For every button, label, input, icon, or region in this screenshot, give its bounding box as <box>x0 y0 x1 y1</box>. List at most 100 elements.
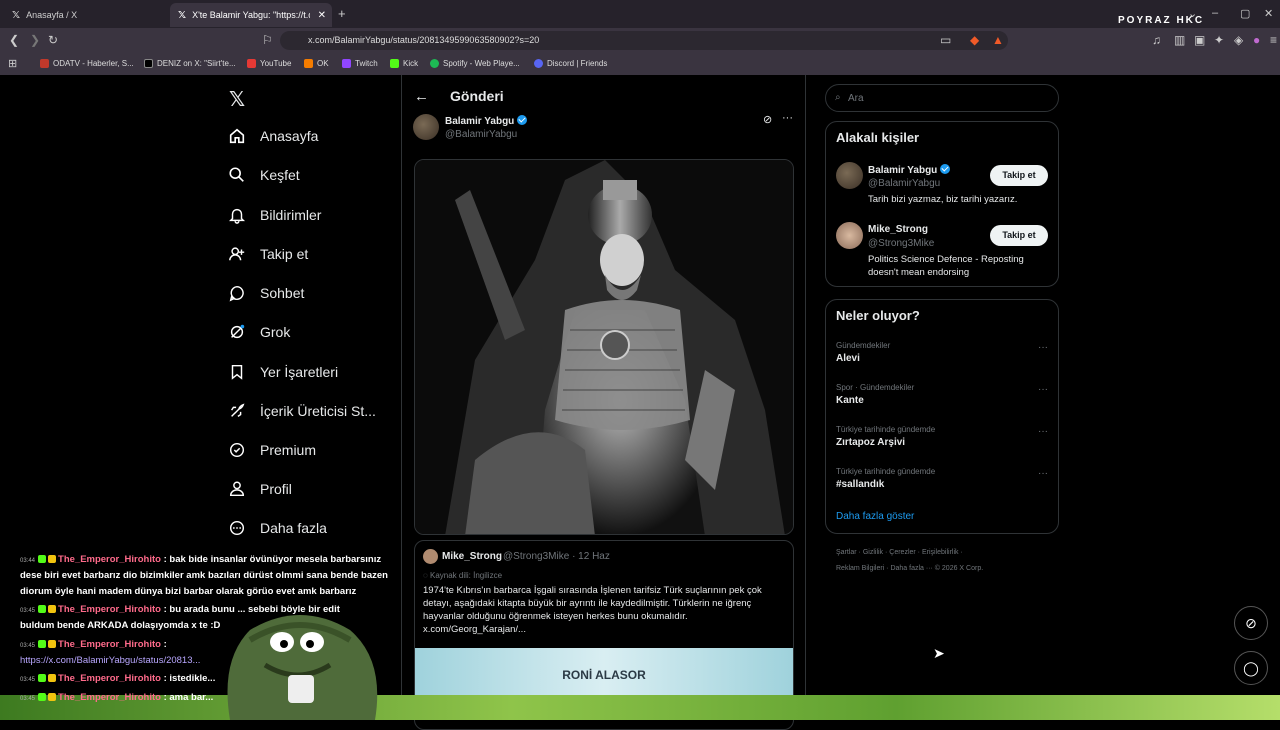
sidebar-item-more[interactable]: Daha fazla <box>228 519 327 537</box>
footer-links[interactable]: Reklam Bilgileri · Daha fazla ··· © 2026… <box>836 565 983 572</box>
url-field[interactable]: x.com/BalamirYabgu/status/20813495990635… <box>280 31 1008 50</box>
x-logo-icon: 𝕏 <box>178 9 187 21</box>
sidebar-item-home[interactable]: Anasayfa <box>228 127 318 145</box>
avatar[interactable] <box>423 549 438 564</box>
trend-category: Türkiye tarihinde gündemde <box>836 425 936 434</box>
verified-badge-icon <box>940 164 951 174</box>
tab-home[interactable]: 𝕏 Anasayfa / X <box>4 3 169 27</box>
rewards-icon[interactable]: ▲ <box>992 33 1004 47</box>
bookmark-item[interactable]: Discord | Friends <box>534 59 607 68</box>
vpn-icon[interactable]: ◈ <box>1234 33 1243 47</box>
avatar[interactable] <box>836 222 863 249</box>
show-more-link[interactable]: Daha fazla göster <box>836 511 914 522</box>
grok-icon[interactable]: ⊘ <box>763 113 772 126</box>
sidebar-item-premium[interactable]: Premium <box>228 441 316 459</box>
follow-button[interactable]: Takip et <box>990 225 1048 246</box>
browser-tabbar: 𝕏 Anasayfa / X 𝕏 X'te Balamir Yabgu: "ht… <box>0 0 1280 28</box>
chat-text: diorum öyle hani madem dünya bizi barbar… <box>20 586 357 597</box>
maximize-icon[interactable]: ▢ <box>1240 7 1250 20</box>
author-name[interactable]: Balamir Yabgu <box>445 115 528 127</box>
cast-icon[interactable]: ▭ <box>940 33 951 47</box>
bookmark-label: Spotify - Web Playe... <box>443 59 520 68</box>
x-logo-icon: 𝕏 <box>12 9 21 21</box>
quote-author-name[interactable]: Mike_Strong <box>442 551 502 562</box>
badge-icon <box>38 555 47 563</box>
sidebar-item-creator-studio[interactable]: İçerik Üreticisi St... <box>228 402 376 420</box>
minimize-icon[interactable]: – <box>1212 7 1218 19</box>
chat-icon <box>229 285 244 302</box>
sidebar-item-bookmarks[interactable]: Yer İşaretleri <box>228 363 338 381</box>
translate-source[interactable]: ◌ Kaynak dili: İngilizce <box>423 571 502 580</box>
bookmark-label: Kick <box>403 59 419 68</box>
back-icon[interactable]: ❮ <box>9 33 19 47</box>
sidebar-item-follow[interactable]: Takip et <box>228 245 308 263</box>
profile-icon[interactable]: ● <box>1253 33 1260 47</box>
music-icon[interactable]: ♫ <box>1152 33 1161 47</box>
person-name[interactable]: Balamir Yabgu <box>868 164 951 176</box>
grok-fab-icon[interactable]: ⊘ <box>1234 606 1268 640</box>
post-image[interactable] <box>414 159 794 535</box>
brave-shield-icon[interactable]: ◆ <box>970 33 979 47</box>
trend-name[interactable]: #sallandık <box>836 479 884 490</box>
sidebar-item-notifications[interactable]: Bildirimler <box>228 206 321 224</box>
close-tab-icon[interactable]: ✕ <box>318 10 326 21</box>
mouse-cursor-icon: ➤ <box>933 645 945 661</box>
more-options-icon[interactable]: ··· <box>1038 468 1048 479</box>
bookmark-item[interactable]: Kick <box>390 59 418 68</box>
author-handle[interactable]: @BalamirYabgu <box>445 129 517 140</box>
add-user-icon <box>229 247 245 261</box>
search-input[interactable]: ⌕ Ara <box>825 84 1059 112</box>
chat-link[interactable]: https://x.com/BalamirYabgu/status/20813.… <box>20 655 200 666</box>
chevron-down-icon[interactable]: ⌄ <box>1188 7 1197 20</box>
apps-icon[interactable]: ⊞ <box>8 57 17 70</box>
new-tab-button[interactable]: + <box>338 6 346 21</box>
forward-icon[interactable]: ❯ <box>30 33 40 47</box>
bookmark-item[interactable]: ODATV - Haberler, S... <box>40 59 134 68</box>
footer-links[interactable]: Şartlar · Gizlilik · Çerezler · Erişileb… <box>836 549 963 556</box>
more-options-icon[interactable]: ··· <box>1038 426 1048 437</box>
sidebar-item-profile[interactable]: Profil <box>228 480 292 498</box>
bell-icon <box>228 208 246 224</box>
extensions-icon[interactable]: ✦ <box>1214 33 1224 47</box>
translate-source-text: Kaynak dili: İngilizce <box>429 571 503 580</box>
sidebar-toggle-icon[interactable]: ▥ <box>1174 33 1185 47</box>
badge-icon <box>38 693 47 701</box>
person-handle[interactable]: @Strong3Mike <box>868 238 934 249</box>
trend-name[interactable]: Kante <box>836 395 864 406</box>
bookmark-item[interactable]: Spotify - Web Playe... <box>430 59 520 68</box>
follow-button[interactable]: Takip et <box>990 165 1048 186</box>
avatar[interactable] <box>836 162 863 189</box>
bookmark-item[interactable]: YouTube <box>247 59 291 68</box>
x-logo-icon[interactable]: 𝕏 <box>229 87 245 111</box>
sidebar-item-chat[interactable]: Sohbet <box>228 284 304 302</box>
tab-post[interactable]: 𝕏 X'te Balamir Yabgu: "https://t.co ✕ <box>170 3 332 27</box>
chat-text: buldum bende ARKADA dolaşıyomda x te :D <box>20 620 221 631</box>
bookmark-item[interactable]: OK <box>304 59 329 68</box>
sidebar-item-explore[interactable]: Keşfet <box>228 166 300 184</box>
more-options-icon[interactable]: ··· <box>782 112 793 124</box>
post-column: ← Gönderi Balamir Yabgu @BalamirYabgu ⊘ … <box>401 75 806 730</box>
bookmark-label: ODATV - Haberler, S... <box>53 59 134 68</box>
bookmark-item[interactable]: DENIZ on X: "Siirt'te... <box>144 59 236 68</box>
close-window-icon[interactable]: ✕ <box>1264 7 1273 20</box>
avatar[interactable] <box>413 114 439 140</box>
chat-message: 03:45 The_Emperor_Hirohito : istedikle... <box>20 671 215 688</box>
panel-title: Alakalı kişiler <box>836 130 920 145</box>
person-name[interactable]: Mike_Strong <box>868 224 928 235</box>
sidebar-item-grok[interactable]: Grok <box>228 323 290 341</box>
trend-name[interactable]: Alevi <box>836 353 860 364</box>
person-handle[interactable]: @BalamirYabgu <box>868 178 940 189</box>
trend-name[interactable]: Zırtapoz Arşivi <box>836 437 905 448</box>
back-arrow-icon[interactable]: ← <box>414 88 429 105</box>
more-options-icon[interactable]: ··· <box>1038 342 1048 353</box>
bookmark-icon[interactable]: ⚐ <box>262 33 273 47</box>
wallet-icon[interactable]: ▣ <box>1194 33 1205 47</box>
menu-icon[interactable]: ≡ <box>1270 33 1277 47</box>
messages-fab-icon[interactable]: ◯ <box>1234 651 1268 685</box>
bookmark-icon <box>231 364 243 380</box>
bookmark-item[interactable]: Twitch <box>342 59 378 68</box>
chat-message: buldum bende ARKADA dolaşıyomda x te :D <box>20 618 220 634</box>
reload-icon[interactable]: ↻ <box>48 33 58 47</box>
more-options-icon[interactable]: ··· <box>1038 384 1048 395</box>
sidebar-label: İçerik Üreticisi St... <box>260 403 376 419</box>
